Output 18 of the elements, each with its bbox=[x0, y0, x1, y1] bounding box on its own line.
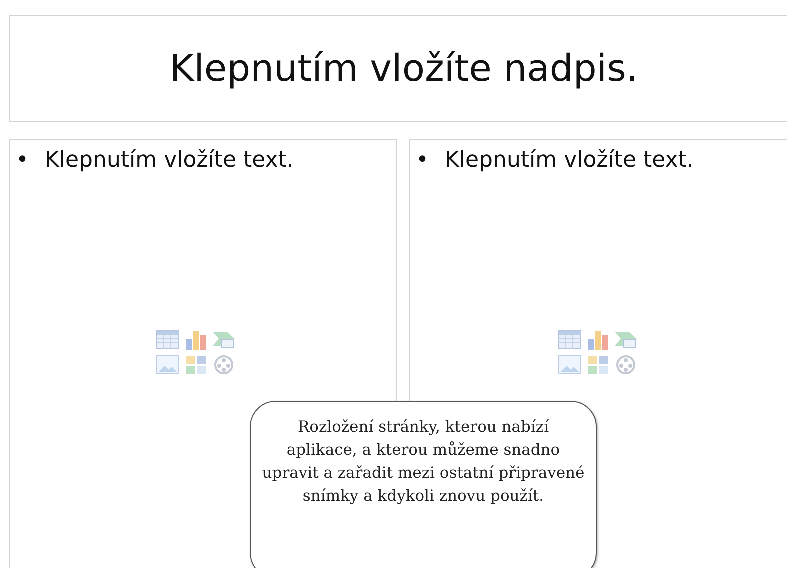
film-reel-icon[interactable] bbox=[212, 355, 236, 375]
body-text: Klepnutím vložíte text. bbox=[44, 148, 294, 173]
arrow-shape-icon[interactable] bbox=[614, 330, 638, 350]
grid-icon[interactable] bbox=[184, 355, 208, 375]
bar-chart-icon[interactable] bbox=[184, 330, 208, 350]
arrow-shape-icon[interactable] bbox=[212, 330, 236, 350]
body-text: Klepnutím vložíte text. bbox=[444, 148, 694, 173]
grid-icon[interactable] bbox=[586, 355, 610, 375]
bullet-mark: • bbox=[16, 148, 29, 173]
table-icon[interactable] bbox=[156, 330, 180, 350]
bullet-mark: • bbox=[416, 148, 429, 173]
picture-icon[interactable] bbox=[156, 355, 180, 375]
bar-chart-icon[interactable] bbox=[586, 330, 610, 350]
table-icon[interactable] bbox=[558, 330, 582, 350]
picture-icon[interactable] bbox=[558, 355, 582, 375]
title-placeholder[interactable]: Klepnutím vložíte nadpis. bbox=[9, 15, 787, 122]
film-reel-icon[interactable] bbox=[614, 355, 638, 375]
title-text: Klepnutím vložíte nadpis. bbox=[170, 47, 638, 90]
